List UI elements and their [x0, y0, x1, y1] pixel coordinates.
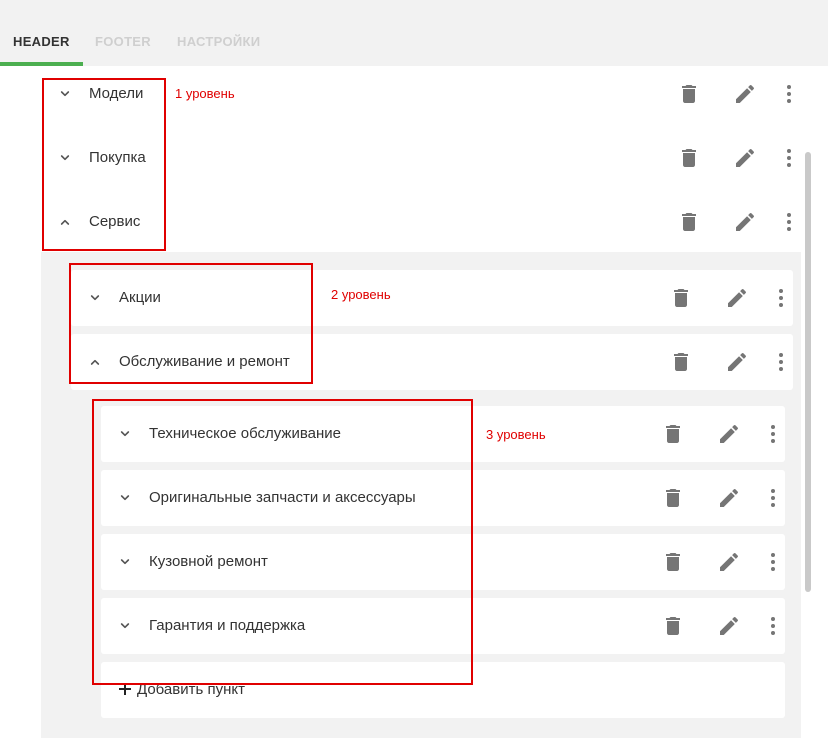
- pencil-icon[interactable]: [717, 486, 741, 510]
- menu-item-label: Техническое обслуживание: [149, 425, 341, 442]
- chevron-down-icon[interactable]: [57, 86, 73, 102]
- menu-item-label: Кузовной ремонт: [149, 553, 268, 570]
- menu-item-label: Сервис: [89, 213, 141, 230]
- chevron-down-icon[interactable]: [57, 150, 73, 166]
- menu-item-label: Акции: [119, 289, 161, 306]
- tab-header[interactable]: HEADER: [13, 34, 70, 49]
- chevron-down-icon[interactable]: [117, 426, 133, 442]
- menu-item-label: Оригинальные запчасти и аксессуары: [149, 489, 416, 506]
- trash-icon[interactable]: [661, 486, 685, 510]
- menu-item-level2[interactable]: Обслуживание и ремонт: [71, 334, 793, 390]
- pencil-icon[interactable]: [717, 422, 741, 446]
- more-vertical-icon[interactable]: [777, 82, 801, 106]
- add-item-label: Добавить пункт: [137, 681, 245, 698]
- tab-settings[interactable]: НАСТРОЙКИ: [177, 34, 260, 49]
- chevron-down-icon[interactable]: [117, 490, 133, 506]
- trash-icon[interactable]: [669, 350, 693, 374]
- plus-icon: [118, 682, 132, 696]
- tab-footer[interactable]: FOOTER: [95, 34, 151, 49]
- menu-item-level1[interactable]: Покупка: [41, 130, 801, 186]
- scrollbar[interactable]: [805, 152, 811, 592]
- menu-editor: Модели Покупка Сервис Акции Обслуживание…: [0, 66, 828, 738]
- more-vertical-icon[interactable]: [761, 550, 785, 574]
- menu-item-level3[interactable]: Кузовной ремонт: [101, 534, 785, 590]
- chevron-up-icon[interactable]: [57, 214, 73, 230]
- level2-note: 2 уровень: [331, 287, 391, 302]
- menu-item-level1[interactable]: Сервис: [41, 194, 801, 250]
- pencil-icon[interactable]: [733, 82, 757, 106]
- pencil-icon[interactable]: [717, 614, 741, 638]
- trash-icon[interactable]: [677, 210, 701, 234]
- chevron-up-icon[interactable]: [87, 354, 103, 370]
- more-vertical-icon[interactable]: [769, 286, 793, 310]
- menu-item-label: Обслуживание и ремонт: [119, 353, 290, 370]
- menu-item-level2[interactable]: Акции: [71, 270, 793, 326]
- pencil-icon[interactable]: [733, 210, 757, 234]
- trash-icon[interactable]: [661, 614, 685, 638]
- more-vertical-icon[interactable]: [769, 350, 793, 374]
- trash-icon[interactable]: [669, 286, 693, 310]
- menu-item-level3[interactable]: Оригинальные запчасти и аксессуары: [101, 470, 785, 526]
- tab-bar: HEADER FOOTER НАСТРОЙКИ: [0, 0, 828, 66]
- more-vertical-icon[interactable]: [761, 486, 785, 510]
- trash-icon[interactable]: [677, 146, 701, 170]
- level1-note: 1 уровень: [175, 86, 235, 101]
- add-item-button[interactable]: Добавить пункт: [101, 662, 785, 718]
- menu-item-level1[interactable]: Модели: [41, 66, 801, 122]
- pencil-icon[interactable]: [717, 550, 741, 574]
- menu-item-level3[interactable]: Техническое обслуживание: [101, 406, 785, 462]
- more-vertical-icon[interactable]: [761, 422, 785, 446]
- trash-icon[interactable]: [677, 82, 701, 106]
- chevron-down-icon[interactable]: [87, 290, 103, 306]
- menu-item-level3[interactable]: Гарантия и поддержка: [101, 598, 785, 654]
- trash-icon[interactable]: [661, 422, 685, 446]
- menu-item-label: Гарантия и поддержка: [149, 617, 306, 634]
- menu-item-label: Модели: [89, 85, 144, 102]
- pencil-icon[interactable]: [725, 286, 749, 310]
- more-vertical-icon[interactable]: [777, 146, 801, 170]
- chevron-down-icon[interactable]: [117, 618, 133, 634]
- menu-item-label: Покупка: [89, 149, 146, 166]
- pencil-icon[interactable]: [725, 350, 749, 374]
- level3-note: 3 уровень: [486, 427, 546, 442]
- chevron-down-icon[interactable]: [117, 554, 133, 570]
- trash-icon[interactable]: [661, 550, 685, 574]
- more-vertical-icon[interactable]: [777, 210, 801, 234]
- pencil-icon[interactable]: [733, 146, 757, 170]
- more-vertical-icon[interactable]: [761, 614, 785, 638]
